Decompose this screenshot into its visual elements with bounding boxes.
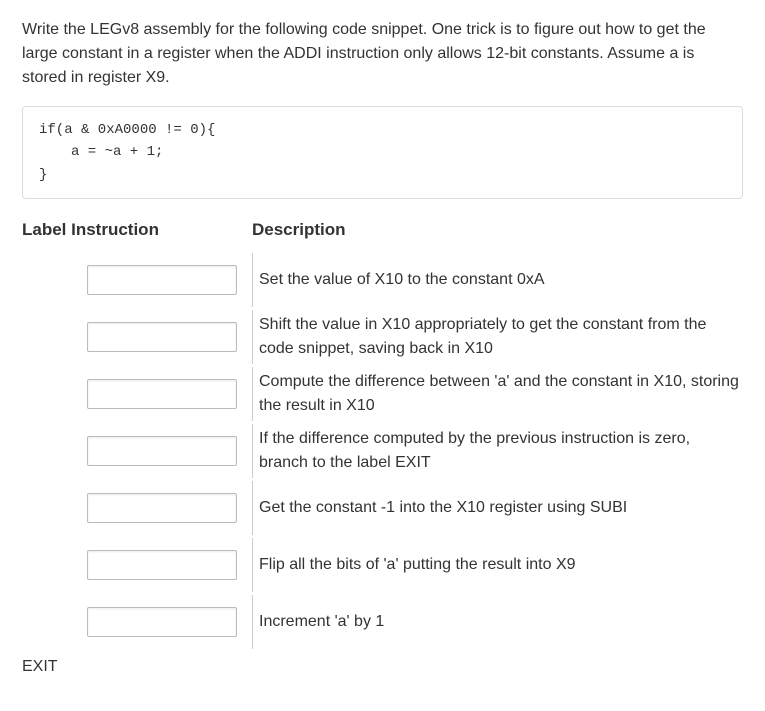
- input-cell: [87, 538, 252, 592]
- input-cell: [87, 424, 252, 478]
- table-row: Shift the value in X10 appropriately to …: [22, 310, 743, 364]
- exit-row: EXIT: [22, 655, 743, 679]
- code-line-3: }: [39, 164, 726, 186]
- table-row: Set the value of X10 to the constant 0xA: [22, 253, 743, 307]
- header-label-instruction: Label Instruction: [22, 217, 252, 243]
- instruction-input-1[interactable]: [87, 265, 237, 295]
- input-cell: [87, 253, 252, 307]
- label-cell: [22, 481, 87, 535]
- label-cell: [22, 367, 87, 421]
- intro-paragraph: Write the LEGv8 assembly for the followi…: [22, 18, 743, 90]
- code-block: if(a & 0xA0000 != 0){ a = ~a + 1; }: [22, 106, 743, 199]
- label-cell: [22, 424, 87, 478]
- table-row: Increment 'a' by 1: [22, 595, 743, 649]
- label-cell: [22, 538, 87, 592]
- label-cell: [22, 595, 87, 649]
- input-cell: [87, 481, 252, 535]
- table-headers: Label Instruction Description: [22, 217, 743, 243]
- code-line-1: if(a & 0xA0000 != 0){: [39, 119, 726, 141]
- input-cell: [87, 595, 252, 649]
- table-row: Compute the difference between 'a' and t…: [22, 367, 743, 421]
- table-row: Flip all the bits of 'a' putting the res…: [22, 538, 743, 592]
- intro-text: Write the LEGv8 assembly for the followi…: [22, 18, 743, 90]
- description-cell: Increment 'a' by 1: [252, 595, 743, 649]
- description-cell: Shift the value in X10 appropriately to …: [252, 310, 743, 364]
- instruction-input-7[interactable]: [87, 607, 237, 637]
- code-line-2: a = ~a + 1;: [39, 141, 726, 163]
- instruction-input-2[interactable]: [87, 322, 237, 352]
- table-row: Get the constant -1 into the X10 registe…: [22, 481, 743, 535]
- description-cell: Set the value of X10 to the constant 0xA: [252, 253, 743, 307]
- instruction-input-4[interactable]: [87, 436, 237, 466]
- input-cell: [87, 367, 252, 421]
- description-cell: If the difference computed by the previo…: [252, 424, 743, 478]
- table-row: If the difference computed by the previo…: [22, 424, 743, 478]
- instruction-input-3[interactable]: [87, 379, 237, 409]
- description-cell: Flip all the bits of 'a' putting the res…: [252, 538, 743, 592]
- instruction-input-6[interactable]: [87, 550, 237, 580]
- instruction-input-5[interactable]: [87, 493, 237, 523]
- exit-label: EXIT: [22, 655, 87, 679]
- label-cell: [22, 310, 87, 364]
- header-description: Description: [252, 217, 743, 243]
- input-cell: [87, 310, 252, 364]
- description-cell: Get the constant -1 into the X10 registe…: [252, 481, 743, 535]
- label-cell: [22, 253, 87, 307]
- description-cell: Compute the difference between 'a' and t…: [252, 367, 743, 421]
